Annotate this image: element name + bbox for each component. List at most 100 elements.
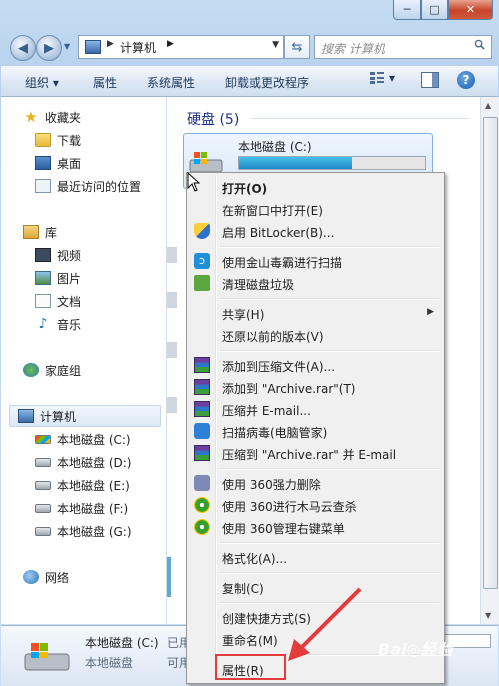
- 360-security-icon: [194, 519, 210, 535]
- nav-music[interactable]: ♪ 音乐: [35, 314, 81, 334]
- library-icon: [23, 225, 39, 239]
- menu-item-share[interactable]: 共享(H) ▶: [189, 302, 442, 324]
- nav-recent[interactable]: 最近访问的位置: [35, 176, 141, 196]
- menu-item-open-new-window[interactable]: 在新窗口中打开(E): [189, 198, 442, 220]
- menu-item-compress-rar-email[interactable]: 压缩到 "Archive.rar" 并 E-mail: [189, 442, 442, 464]
- nav-computer[interactable]: 计算机: [9, 405, 161, 427]
- menu-label: 还原以前的版本(V): [222, 330, 324, 344]
- address-dropdown-icon[interactable]: ▼: [272, 40, 279, 50]
- scroll-up-icon[interactable]: ▲: [485, 101, 491, 110]
- menu-item-kingsoft-scan[interactable]: ↄ 使用金山毒霸进行扫描: [189, 250, 442, 272]
- system-properties-button[interactable]: 系统属性: [147, 74, 195, 91]
- kingsoft-antivirus-icon: ↄ: [194, 253, 210, 269]
- menu-item-360-delete[interactable]: 使用 360强力删除: [189, 472, 442, 494]
- scroll-down-icon[interactable]: ▼: [485, 611, 491, 620]
- menu-item-add-archive-rar[interactable]: 添加到 "Archive.rar"(T): [189, 376, 442, 398]
- organize-button[interactable]: 组织 ▾: [25, 74, 59, 91]
- breadcrumb-computer[interactable]: 计算机: [120, 39, 156, 56]
- pc-manager-icon: [194, 423, 210, 439]
- drive-tile-partial: [167, 397, 177, 413]
- nav-libraries[interactable]: 库: [23, 222, 57, 242]
- nav-drive-g[interactable]: 本地磁盘 (G:): [35, 521, 132, 541]
- highlight-box: [215, 654, 286, 680]
- preview-pane-icon[interactable]: [421, 72, 439, 88]
- nav-pictures[interactable]: 图片: [35, 268, 81, 288]
- arrow-left-icon: ◀: [18, 40, 28, 56]
- nav-downloads[interactable]: 下载: [35, 130, 81, 150]
- menu-label: 扫描病毒(电脑管家): [222, 426, 328, 440]
- menu-item-360-manage[interactable]: 使用 360管理右键菜单: [189, 516, 442, 538]
- drive-usage-bar: [238, 156, 426, 170]
- menu-label: 压缩到 "Archive.rar" 并 E-mail: [222, 448, 397, 462]
- pictures-icon: [35, 271, 51, 285]
- address-bar[interactable]: ▶ 计算机 ▶ ▼: [78, 35, 284, 59]
- close-button[interactable]: ✕: [448, 0, 493, 20]
- system-drive-icon: [35, 434, 51, 444]
- 360-security-icon: [194, 497, 210, 513]
- winrar-icon: [194, 401, 210, 417]
- menu-label: 在新窗口中打开(E): [222, 204, 323, 218]
- uninstall-button[interactable]: 卸载或更改程序: [225, 74, 309, 91]
- menu-item-bitlocker[interactable]: 启用 BitLocker(B)...: [189, 220, 442, 242]
- submenu-arrow-icon: ▶: [427, 307, 434, 317]
- chevron-right-icon[interactable]: ▶: [167, 39, 174, 49]
- arrow-right-icon: ▶: [44, 40, 54, 56]
- vertical-scrollbar[interactable]: ▲ ▼: [480, 97, 499, 624]
- help-icon[interactable]: ?: [457, 71, 475, 89]
- menu-item-scan-virus[interactable]: 扫描病毒(电脑管家): [189, 420, 442, 442]
- winrar-icon: [194, 379, 210, 395]
- menu-label: 使用金山毒霸进行扫描: [222, 256, 343, 270]
- nav-label: 文档: [57, 294, 82, 309]
- views-dropdown-icon: ▾: [389, 71, 396, 85]
- clean-broom-icon: [194, 275, 210, 291]
- nav-label: 收藏夹: [45, 110, 82, 125]
- scroll-thumb[interactable]: [483, 117, 498, 589]
- minimize-button[interactable]: ─: [393, 0, 421, 20]
- history-dropdown-icon[interactable]: ▼: [64, 42, 70, 51]
- nav-drive-e[interactable]: 本地磁盘 (E:): [35, 475, 130, 495]
- menu-separator: [220, 572, 439, 574]
- menu-item-360-scan[interactable]: 使用 360进行木马云查杀: [189, 494, 442, 516]
- chevron-right-icon[interactable]: ▶: [107, 39, 114, 49]
- back-button[interactable]: ◀: [10, 35, 36, 61]
- refresh-button[interactable]: ⇆: [284, 35, 310, 59]
- menu-label: 共享(H): [222, 308, 265, 322]
- winrar-icon: [194, 445, 210, 461]
- search-icon: [474, 39, 485, 50]
- menu-item-clean-disk[interactable]: 清理磁盘垃圾: [189, 272, 442, 294]
- nav-label: 计算机: [40, 409, 77, 424]
- system-drive-icon: [24, 643, 70, 671]
- nav-label: 本地磁盘 (G:): [57, 524, 132, 539]
- refresh-icon: ⇆: [291, 39, 303, 55]
- nav-documents[interactable]: 文档: [35, 291, 81, 311]
- drive-tile-partial: [167, 557, 171, 597]
- properties-button[interactable]: 属性: [93, 74, 117, 91]
- search-input[interactable]: 搜索 计算机: [314, 35, 492, 59]
- maximize-button[interactable]: □: [421, 0, 448, 20]
- nav-drive-f[interactable]: 本地磁盘 (F:): [35, 498, 128, 518]
- nav-videos[interactable]: 视频: [35, 245, 81, 265]
- menu-label: 启用 BitLocker(B)...: [222, 226, 335, 240]
- system-drive-icon: [189, 152, 223, 173]
- menu-item-restore-versions[interactable]: 还原以前的版本(V): [189, 324, 442, 346]
- menu-item-open[interactable]: 打开(O): [189, 176, 442, 198]
- nav-favorites[interactable]: ★ 收藏夹: [23, 107, 81, 127]
- forward-button[interactable]: ▶: [36, 35, 62, 61]
- nav-homegroup[interactable]: 家庭组: [23, 360, 81, 380]
- group-header-hard-disks[interactable]: 硬盘 (5): [187, 109, 239, 129]
- menu-label: 添加到 "Archive.rar"(T): [222, 382, 356, 396]
- views-button[interactable]: ▾: [369, 71, 395, 85]
- details-type: 本地磁盘: [85, 656, 134, 670]
- caption-buttons: ─ □ ✕: [393, 0, 493, 20]
- watermark-logo: Bai◎经验: [378, 640, 453, 659]
- menu-item-add-archive[interactable]: 添加到压缩文件(A)...: [189, 354, 442, 376]
- search-placeholder: 搜索 计算机: [321, 42, 385, 56]
- nav-label: 桌面: [57, 156, 82, 171]
- nav-drive-c[interactable]: 本地磁盘 (C:): [35, 429, 131, 449]
- nav-network[interactable]: 网络: [23, 567, 69, 587]
- menu-item-compress-email[interactable]: 压缩并 E-mail...: [189, 398, 442, 420]
- nav-drive-d[interactable]: 本地磁盘 (D:): [35, 452, 131, 472]
- menu-item-format[interactable]: 格式化(A)...: [189, 546, 442, 568]
- downloads-folder-icon: [35, 133, 51, 147]
- nav-desktop[interactable]: 桌面: [35, 153, 81, 173]
